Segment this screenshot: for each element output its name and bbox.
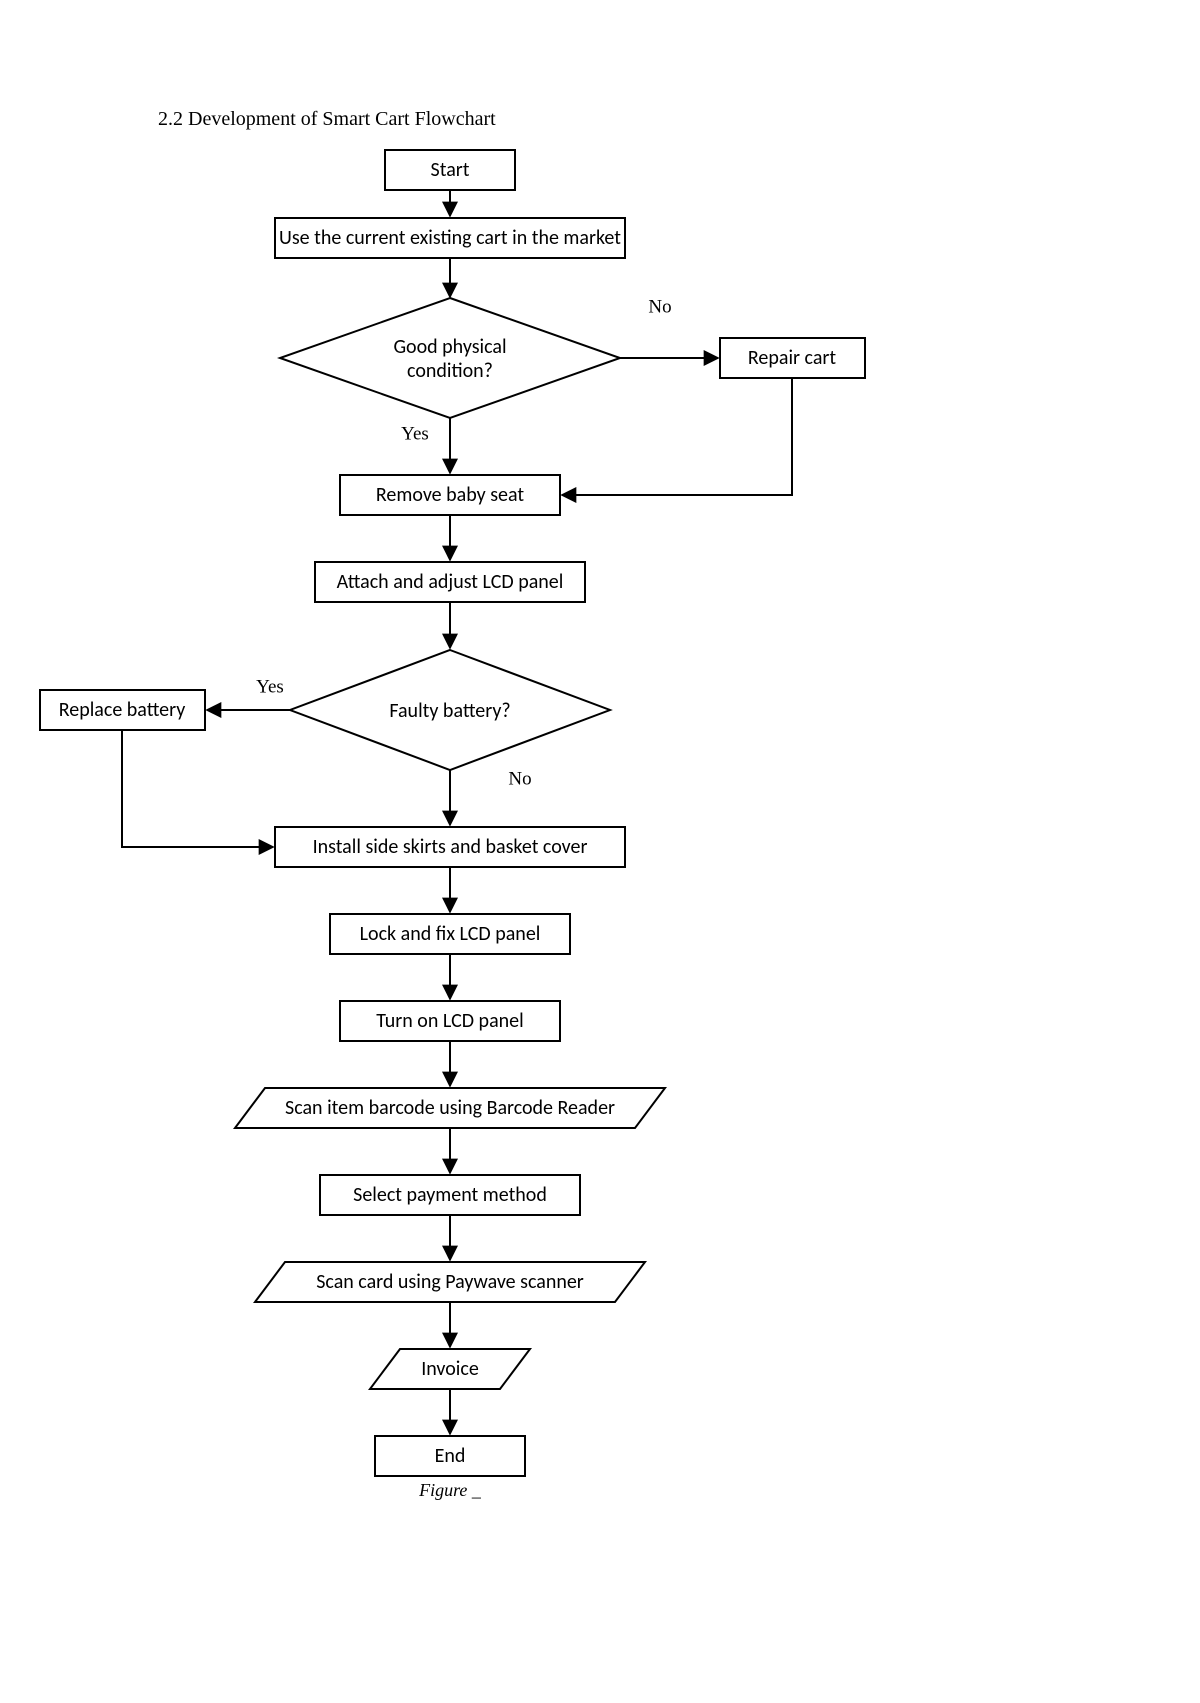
node-turn-on: Turn on LCD panel <box>376 1009 523 1033</box>
figure-caption: Figure _ <box>418 1480 482 1500</box>
flowchart: Start Use the current existing cart in t… <box>0 0 1200 1703</box>
label-no-1: No <box>648 296 671 317</box>
node-scan-barcode: Scan item barcode using Barcode Reader <box>285 1096 615 1120</box>
node-invoice: Invoice <box>421 1357 479 1381</box>
label-no-2: No <box>508 768 531 789</box>
node-repair: Repair cart <box>748 346 836 370</box>
node-good-cond-2: condition? <box>407 359 493 383</box>
label-yes-2: Yes <box>256 676 284 697</box>
node-attach-lcd: Attach and adjust LCD panel <box>337 570 564 594</box>
node-replace-batt: Replace battery <box>59 698 186 722</box>
node-start: Start <box>431 158 470 182</box>
node-good-cond-1: Good physical <box>393 335 506 359</box>
node-select-payment: Select payment method <box>353 1183 547 1207</box>
node-end: End <box>435 1444 466 1468</box>
node-faulty-batt: Faulty battery? <box>389 699 510 723</box>
node-scan-card: Scan card using Paywave scanner <box>316 1270 584 1294</box>
node-remove-seat: Remove baby seat <box>376 483 524 507</box>
page: 2.2 Development of Smart Cart Flowchart … <box>0 0 1200 1698</box>
label-yes-1: Yes <box>401 423 429 444</box>
node-lock-lcd: Lock and fix LCD panel <box>360 922 541 946</box>
node-use-cart: Use the current existing cart in the mar… <box>279 226 621 250</box>
node-install-skirts: Install side skirts and basket cover <box>313 835 588 859</box>
